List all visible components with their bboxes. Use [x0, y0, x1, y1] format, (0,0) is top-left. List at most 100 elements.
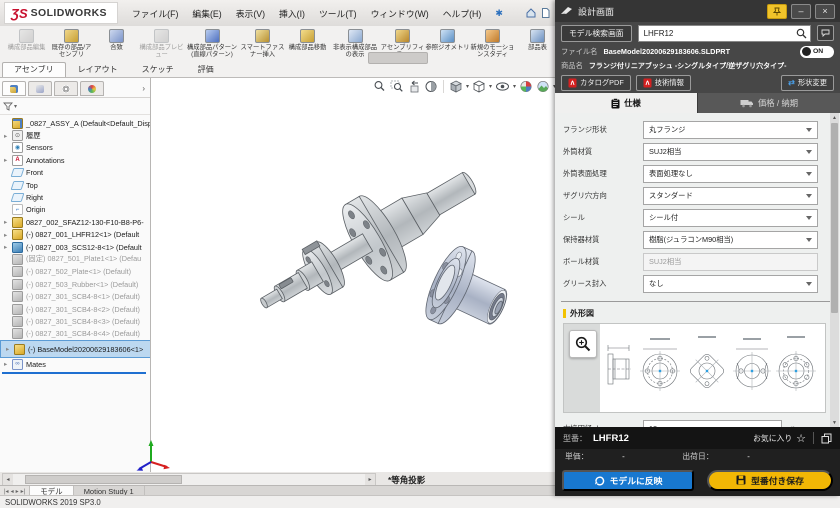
shape-change-button[interactable]: ⇄形状変更 — [781, 75, 834, 91]
copy-icon[interactable] — [821, 433, 832, 444]
menu-pin-icon[interactable]: ✱ — [495, 8, 503, 19]
model-search-button[interactable]: モデル検索画面 — [561, 25, 632, 42]
flange-shape-select[interactable]: 丸フランジ — [643, 121, 818, 139]
tabs-overflow-chevron-icon[interactable]: › — [142, 84, 148, 93]
tab-displaymanager[interactable] — [80, 81, 104, 96]
apply-to-model-button[interactable]: モデルに反映 — [562, 470, 694, 491]
tree-item-front-plane[interactable]: Front — [0, 167, 150, 179]
tree-item-component[interactable]: (-) 0827_301_SCB4-8<3> (Default) — [0, 315, 150, 327]
toolbar-item-reference-geometry[interactable]: 参照ジオメトリ — [425, 26, 470, 62]
part-icon — [12, 328, 23, 339]
tab-evaluate[interactable]: 評価 — [186, 62, 226, 77]
toolbar-item-component-pattern[interactable]: 構成部品パターン (直線パターン) — [184, 26, 240, 62]
menu-edit[interactable]: 編集(E) — [186, 5, 227, 22]
close-button[interactable]: × — [815, 4, 835, 19]
grease-select[interactable]: なし — [643, 275, 818, 293]
inner-diameter-select[interactable]: 12 — [643, 420, 782, 428]
on-toggle[interactable]: ON — [800, 46, 834, 58]
tree-item-origin[interactable]: ⌐Origin — [0, 204, 150, 216]
expander-icon[interactable]: ▸ — [4, 156, 12, 164]
scroll-up-icon[interactable]: ▲ — [830, 113, 839, 122]
panel-scrollbar[interactable]: ▲ ▼ — [830, 113, 839, 427]
scroll-left-icon[interactable]: ◂ — [3, 474, 13, 485]
toolbar-item-new-motion-study[interactable]: 新規のモーションスタディ — [470, 26, 515, 62]
catalog-pdf-button[interactable]: カタログPDF — [561, 75, 631, 91]
tree-item-basemodel[interactable]: ▸(-) BaseModel20200629183606<1> — [0, 340, 151, 358]
toolbar-item-mate[interactable]: 合致 — [94, 26, 139, 62]
search-icon[interactable] — [796, 28, 807, 39]
pane-splitter-handle[interactable] — [368, 52, 428, 64]
toolbar-item-smart-fastener[interactable]: スマートファスナー挿入 — [240, 26, 285, 62]
save-with-part-number-button[interactable]: 型番付き保存 — [707, 470, 833, 491]
tab-spec[interactable]: 仕様 — [555, 93, 697, 113]
spec-form: フランジ形状丸フランジ 外筒材質SUJ2相当 外筒表面処理表面処理なし ザグリ穴… — [555, 113, 840, 427]
tree-item-component[interactable]: (固定) 0827_501_Plate1<1> (Defau — [0, 253, 150, 265]
search-input[interactable] — [644, 29, 796, 38]
product-name: フランジ付リニアブッシュ -シングルタイプ/逆ザグリ穴タイプ- — [589, 61, 787, 71]
expander-icon[interactable]: ▸ — [6, 345, 14, 353]
expander-icon[interactable]: ▸ — [4, 231, 12, 239]
seal-select[interactable]: シール付 — [643, 209, 818, 227]
scroll-right-icon[interactable]: ▸ — [365, 474, 375, 485]
cylinder-material-select[interactable]: SUJ2相当 — [643, 143, 818, 161]
counterbore-direction-select[interactable]: スタンダード — [643, 187, 818, 205]
section-accent-bar — [563, 309, 566, 318]
expander-icon[interactable]: ▸ — [4, 360, 12, 368]
tree-item-component[interactable]: ▸0827_002_SFAZ12-130-F10-B8-P6- — [0, 216, 150, 228]
tree-item-component[interactable]: (-) 0827_301_SCB4-8<1> (Default) — [0, 290, 150, 302]
tree-item-component[interactable]: (-) 0827_503_Rubber<1> (Default) — [0, 278, 150, 290]
tree-item-component[interactable]: ▸(-) 0827_003_SCS12-8<1> (Default — [0, 241, 150, 253]
menu-help[interactable]: ヘルプ(H) — [437, 5, 488, 22]
expander-icon[interactable]: ▸ — [4, 132, 12, 140]
home-icon[interactable] — [525, 7, 537, 19]
tree-item-component[interactable]: (-) 0827_301_SCB4-8<2> (Default) — [0, 303, 150, 315]
tab-configurationmanager[interactable] — [54, 81, 78, 96]
scrollbar-thumb[interactable] — [25, 475, 182, 484]
tree-item-history[interactable]: ▸⊙履歴 — [0, 129, 150, 141]
expander-icon[interactable]: ▸ — [4, 218, 12, 226]
expander-icon[interactable]: ▸ — [4, 243, 12, 251]
menu-view[interactable]: 表示(V) — [230, 5, 271, 22]
menu-tools[interactable]: ツール(T) — [313, 5, 363, 22]
minimize-button[interactable]: – — [791, 4, 811, 19]
tree-item-mates[interactable]: ▸∞Mates — [0, 358, 150, 370]
tree-item-component[interactable]: (-) 0827_502_Plate<1> (Default) — [0, 266, 150, 278]
tree-item-component[interactable]: (-) 0827_301_SCB4-8<4> (Default) — [0, 328, 150, 340]
toolbar-item-move-component[interactable]: 構成部品移動 — [285, 26, 330, 62]
retainer-material-select[interactable]: 樹脂(ジュラコンM90相当) — [643, 231, 818, 249]
menu-file[interactable]: ファイル(F) — [126, 5, 184, 22]
tab-price-delivery[interactable]: 価格 / 納期 — [697, 93, 840, 113]
favorite-star-icon[interactable]: ☆ — [796, 432, 806, 445]
tree-root[interactable]: _0827_ASSY_A (Default<Default_Displ — [0, 117, 150, 129]
zoom-drawing-button[interactable] — [569, 330, 597, 358]
part-icon — [12, 217, 23, 228]
price-row: 単価： - 出荷日： - — [555, 449, 840, 464]
new-document-icon[interactable] — [540, 7, 551, 19]
tab-featuremanager[interactable] — [2, 81, 26, 96]
tree-item-top-plane[interactable]: Top — [0, 179, 150, 191]
rollback-bar[interactable] — [2, 372, 146, 374]
pushpin-icon — [773, 7, 781, 16]
tree-item-annotations[interactable]: ▸AAnnotations — [0, 154, 150, 166]
toolbar-item-bom[interactable]: 部品表 — [515, 26, 560, 62]
3d-assembly-model[interactable] — [151, 78, 555, 472]
tab-propertymanager[interactable] — [28, 81, 52, 96]
comment-button[interactable] — [817, 25, 834, 41]
tree-filter[interactable]: ▾ — [0, 98, 150, 115]
toolbar-item-insert-component[interactable]: 既存の部品/アセンブリ — [49, 26, 94, 62]
tab-layout[interactable]: レイアウト — [66, 62, 130, 77]
tree-item-right-plane[interactable]: Right — [0, 191, 150, 203]
tab-assembly[interactable]: アセンブリ — [2, 62, 66, 77]
menu-insert[interactable]: 挿入(I) — [273, 5, 311, 22]
favorite-label: お気に入り — [753, 433, 792, 444]
tab-sketch[interactable]: スケッチ — [130, 62, 186, 77]
tree-item-component[interactable]: ▸(-) 0827_001_LHFR12<1> (Default — [0, 229, 150, 241]
pin-button[interactable] — [767, 4, 787, 19]
assembly-features-icon — [395, 29, 410, 43]
scroll-down-icon[interactable]: ▼ — [830, 418, 839, 427]
menu-window[interactable]: ウィンドウ(W) — [365, 5, 435, 22]
surface-treatment-select[interactable]: 表面処理なし — [643, 165, 818, 183]
scrollbar-thumb[interactable] — [831, 123, 838, 313]
tech-info-button[interactable]: 技術情報 — [636, 75, 691, 91]
tree-item-sensors[interactable]: ◉Sensors — [0, 142, 150, 154]
